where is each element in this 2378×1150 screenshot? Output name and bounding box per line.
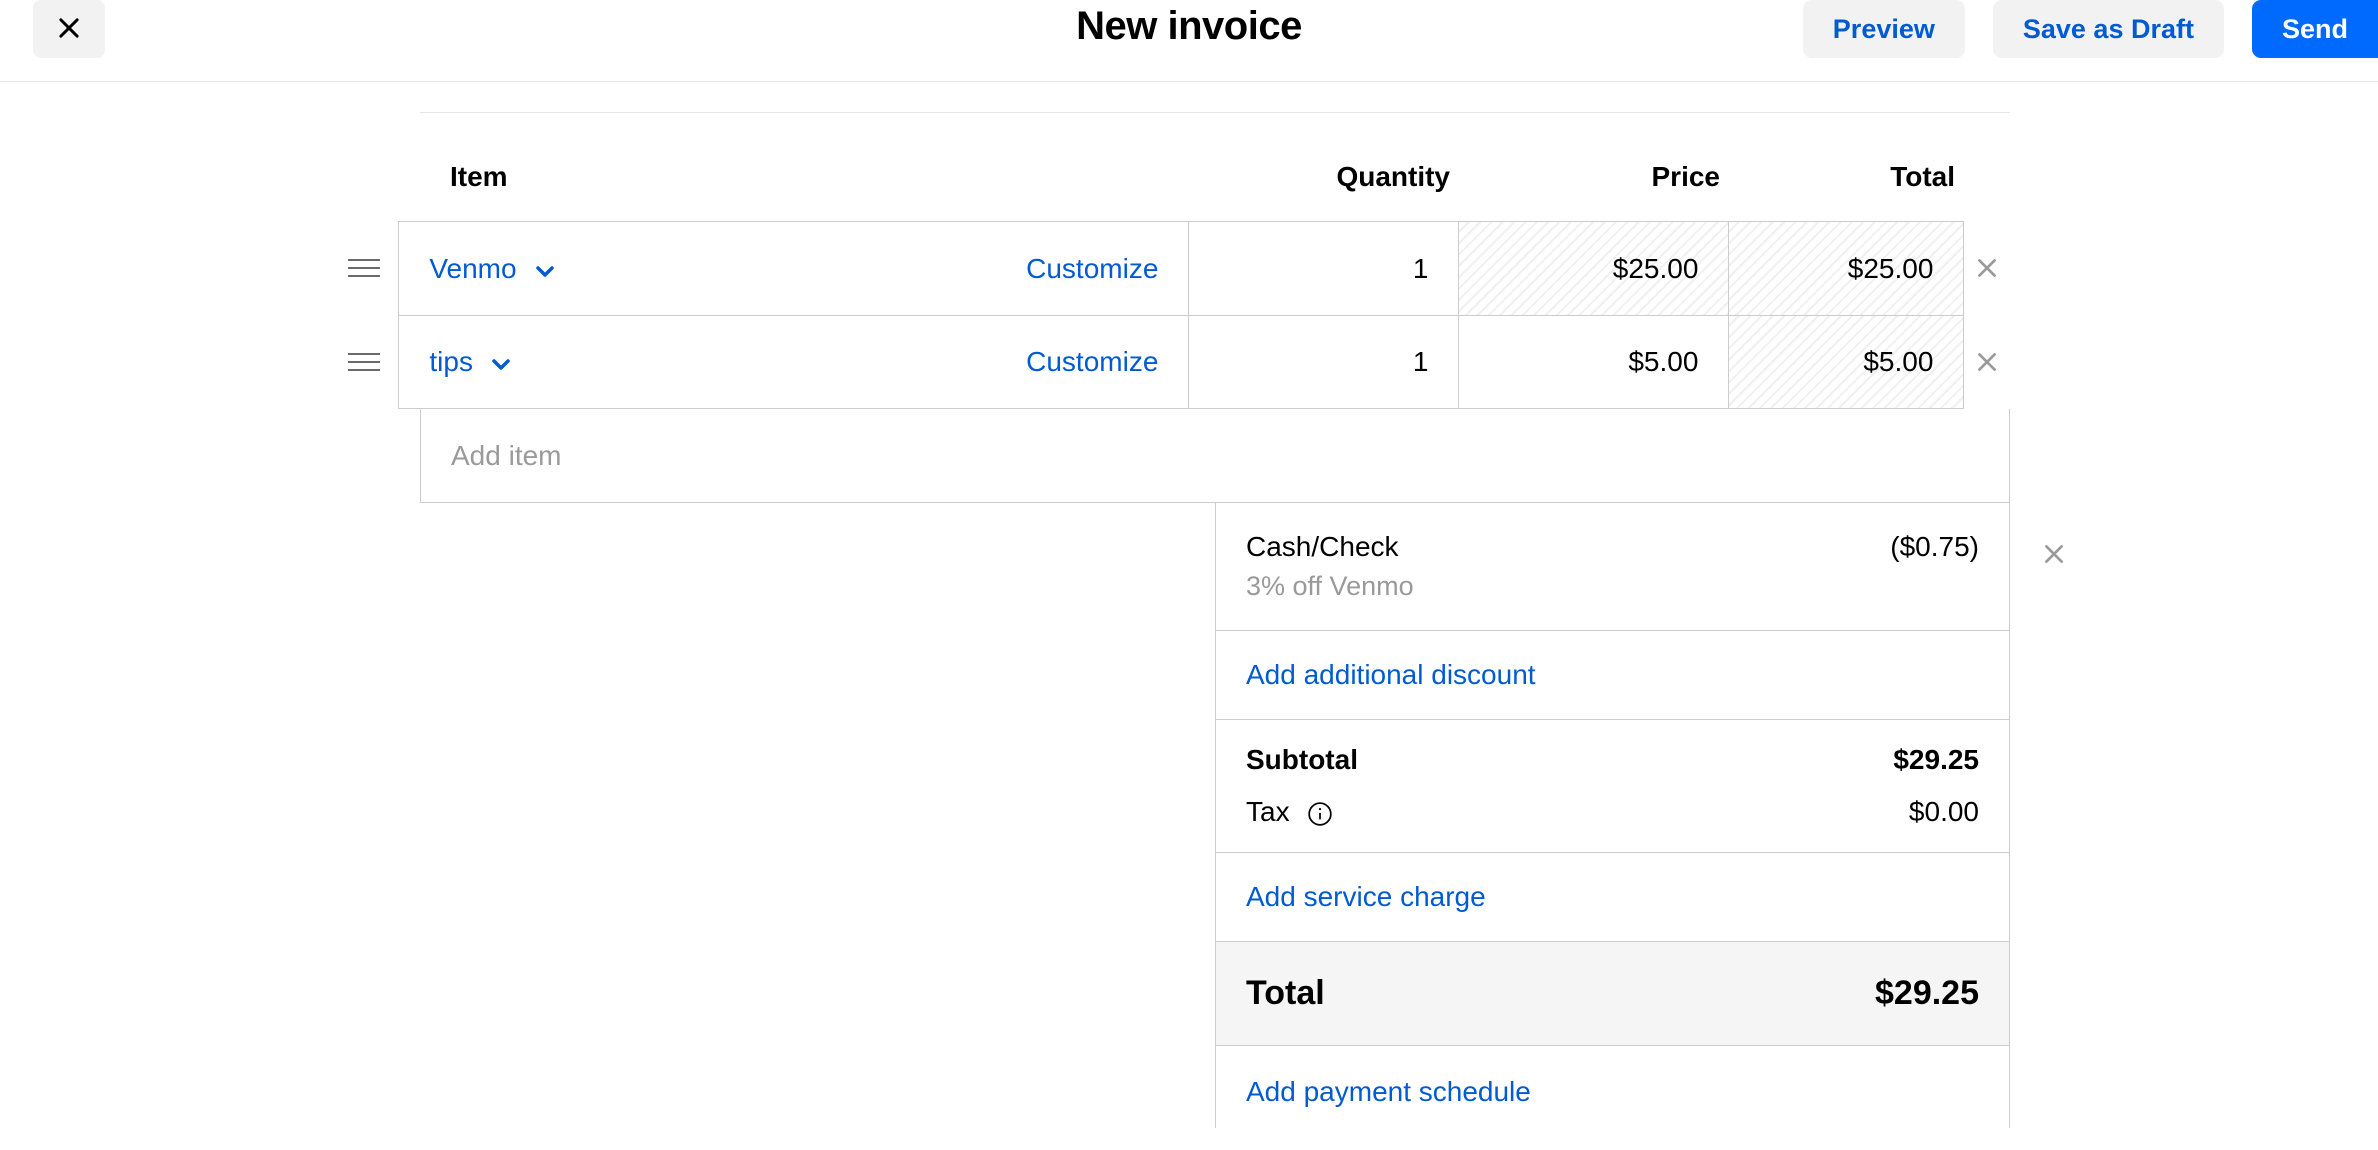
column-header-price: Price [1480,161,1750,193]
delete-line-button[interactable] [1964,255,2010,281]
item-name: Venmo [429,253,516,285]
column-header-total: Total [1750,161,1985,193]
quantity-input[interactable]: 1 [1189,316,1459,408]
customize-link[interactable]: Customize [1026,346,1158,378]
add-item-input[interactable] [421,409,2009,502]
discount-row[interactable]: Cash/Check ($0.75) 3% off Venmo [1216,503,2009,631]
subtotal-value: $29.25 [1893,744,1979,776]
subtotal-label: Subtotal [1246,744,1358,776]
add-service-charge-link[interactable]: Add service charge [1246,881,1979,913]
price-input[interactable]: $5.00 [1459,316,1729,408]
add-discount-link[interactable]: Add additional discount [1246,659,1979,691]
delete-line-button[interactable] [1964,349,2010,375]
tax-value: $0.00 [1909,796,1979,828]
item-select[interactable]: Venmo Customize [399,222,1189,315]
total-label: Total [1246,974,1325,1013]
info-icon[interactable] [1307,801,1333,827]
line-item-row: Venmo Customize 1 $25.00 $25.00 [330,221,2010,315]
total-row: Total $29.25 [1216,942,2009,1046]
add-payment-schedule-link[interactable]: Add payment schedule [1246,1076,1531,1107]
close-button[interactable] [33,0,105,58]
discount-sublabel: 3% off Venmo [1246,571,1979,602]
column-header-item: Item [420,161,1210,193]
drag-handle-icon[interactable] [330,350,398,374]
line-item-row: tips Customize 1 $5.00 $5.00 [330,315,2010,409]
drag-handle-icon[interactable] [330,256,398,280]
item-select[interactable]: tips Customize [399,316,1189,408]
discount-amount: ($0.75) [1890,531,1979,563]
total-cell: $25.00 [1729,222,1964,315]
save-draft-button[interactable]: Save as Draft [1993,0,2224,58]
preview-button[interactable]: Preview [1803,0,1965,58]
delete-discount-button[interactable] [2041,541,2067,572]
item-name: tips [429,346,473,378]
total-cell: $5.00 [1729,316,1964,408]
chevron-down-icon [491,346,511,378]
discount-label: Cash/Check [1246,531,1399,563]
column-header-quantity: Quantity [1210,161,1480,193]
chevron-down-icon [535,253,555,285]
page-title: New invoice [1076,4,1302,49]
total-value: $29.25 [1875,974,1979,1013]
price-cell: $25.00 [1459,222,1729,315]
quantity-input[interactable]: 1 [1189,222,1459,315]
close-icon [55,14,83,45]
send-button[interactable]: Send [2252,0,2378,58]
tax-label: Tax [1246,796,1333,828]
customize-link[interactable]: Customize [1026,253,1158,285]
